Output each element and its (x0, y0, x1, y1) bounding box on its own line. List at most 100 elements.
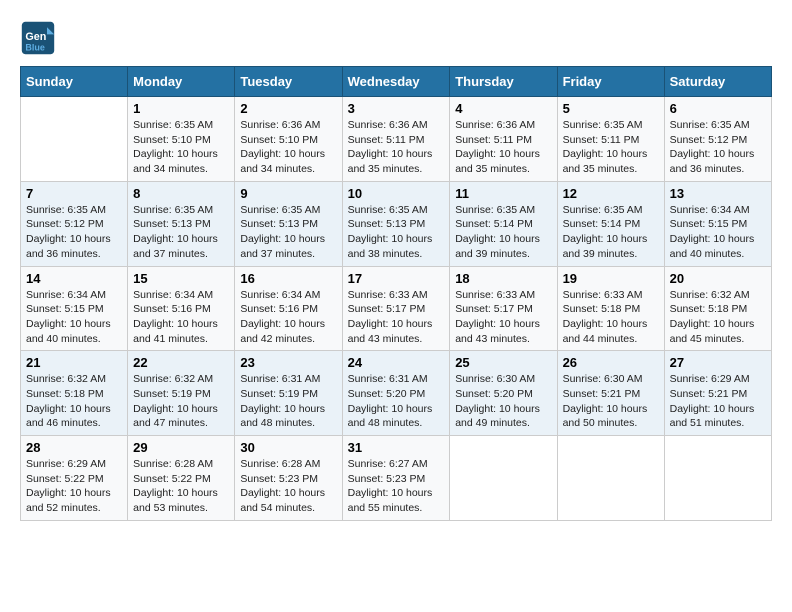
calendar-cell: 7 Sunrise: 6:35 AM Sunset: 5:12 PM Daylig… (21, 181, 128, 266)
svg-text:Gen: Gen (25, 31, 46, 43)
day-number: 19 (563, 271, 659, 286)
logo-icon: Gen Blue (20, 20, 56, 56)
cell-content: Sunrise: 6:29 AM Sunset: 5:22 PM Dayligh… (26, 457, 122, 516)
cell-content: Sunrise: 6:35 AM Sunset: 5:12 PM Dayligh… (26, 203, 122, 262)
week-row-4: 21 Sunrise: 6:32 AM Sunset: 5:18 PM Dayli… (21, 351, 772, 436)
calendar-cell: 31Sunrise: 6:27 AM Sunset: 5:23 PM Dayli… (342, 436, 450, 521)
page-header: Gen Blue (20, 20, 772, 56)
cell-content: Sunrise: 6:33 AM Sunset: 5:17 PM Dayligh… (348, 288, 445, 347)
svg-text:Blue: Blue (25, 43, 45, 53)
calendar-cell: 26 Sunrise: 6:30 AM Sunset: 5:21 PM Dayli… (557, 351, 664, 436)
cell-content: Sunrise: 6:35 AM Sunset: 5:10 PM Dayligh… (133, 118, 229, 177)
day-number: 4 (455, 101, 551, 116)
calendar-cell: 6Sunrise: 6:35 AM Sunset: 5:12 PM Daylig… (664, 97, 771, 182)
day-number: 14 (26, 271, 122, 286)
day-number: 1 (133, 101, 229, 116)
cell-content: Sunrise: 6:35 AM Sunset: 5:13 PM Dayligh… (133, 203, 229, 262)
cell-content: Sunrise: 6:28 AM Sunset: 5:23 PM Dayligh… (240, 457, 336, 516)
logo: Gen Blue (20, 20, 62, 56)
calendar-cell: 9 Sunrise: 6:35 AM Sunset: 5:13 PM Daylig… (235, 181, 342, 266)
cell-content: Sunrise: 6:36 AM Sunset: 5:10 PM Dayligh… (240, 118, 336, 177)
cell-content: Sunrise: 6:27 AM Sunset: 5:23 PM Dayligh… (348, 457, 445, 516)
day-number: 22 (133, 355, 229, 370)
cell-content: Sunrise: 6:36 AM Sunset: 5:11 PM Dayligh… (348, 118, 445, 177)
calendar-table: SundayMondayTuesdayWednesdayThursdayFrid… (20, 66, 772, 521)
cell-content: Sunrise: 6:35 AM Sunset: 5:13 PM Dayligh… (240, 203, 336, 262)
day-number: 17 (348, 271, 445, 286)
cell-content: Sunrise: 6:28 AM Sunset: 5:22 PM Dayligh… (133, 457, 229, 516)
calendar-cell: 10 Sunrise: 6:35 AM Sunset: 5:13 PM Dayli… (342, 181, 450, 266)
day-number: 16 (240, 271, 336, 286)
calendar-cell: 25 Sunrise: 6:30 AM Sunset: 5:20 PM Dayli… (450, 351, 557, 436)
calendar-cell: 11 Sunrise: 6:35 AM Sunset: 5:14 PM Dayli… (450, 181, 557, 266)
day-number: 5 (563, 101, 659, 116)
week-row-5: 28Sunrise: 6:29 AM Sunset: 5:22 PM Dayli… (21, 436, 772, 521)
column-header-sunday: Sunday (21, 67, 128, 97)
day-number: 30 (240, 440, 336, 455)
day-number: 9 (240, 186, 336, 201)
calendar-cell: 19 Sunrise: 6:33 AM Sunset: 5:18 PM Dayli… (557, 266, 664, 351)
day-number: 8 (133, 186, 229, 201)
column-header-saturday: Saturday (664, 67, 771, 97)
day-number: 21 (26, 355, 122, 370)
day-number: 13 (670, 186, 766, 201)
day-number: 20 (670, 271, 766, 286)
cell-content: Sunrise: 6:34 AM Sunset: 5:16 PM Dayligh… (133, 288, 229, 347)
day-number: 23 (240, 355, 336, 370)
calendar-cell (664, 436, 771, 521)
calendar-cell: 8 Sunrise: 6:35 AM Sunset: 5:13 PM Daylig… (128, 181, 235, 266)
calendar-cell: 21 Sunrise: 6:32 AM Sunset: 5:18 PM Dayli… (21, 351, 128, 436)
cell-content: Sunrise: 6:35 AM Sunset: 5:14 PM Dayligh… (455, 203, 551, 262)
calendar-cell: 22 Sunrise: 6:32 AM Sunset: 5:19 PM Dayli… (128, 351, 235, 436)
calendar-cell (450, 436, 557, 521)
calendar-cell: 23 Sunrise: 6:31 AM Sunset: 5:19 PM Dayli… (235, 351, 342, 436)
calendar-cell: 20 Sunrise: 6:32 AM Sunset: 5:18 PM Dayli… (664, 266, 771, 351)
cell-content: Sunrise: 6:31 AM Sunset: 5:19 PM Dayligh… (240, 372, 336, 431)
week-row-3: 14Sunrise: 6:34 AM Sunset: 5:15 PM Dayli… (21, 266, 772, 351)
calendar-header-row: SundayMondayTuesdayWednesdayThursdayFrid… (21, 67, 772, 97)
calendar-cell (21, 97, 128, 182)
calendar-cell: 4Sunrise: 6:36 AM Sunset: 5:11 PM Daylig… (450, 97, 557, 182)
day-number: 24 (348, 355, 445, 370)
calendar-cell (557, 436, 664, 521)
cell-content: Sunrise: 6:33 AM Sunset: 5:18 PM Dayligh… (563, 288, 659, 347)
day-number: 3 (348, 101, 445, 116)
calendar-cell: 1 Sunrise: 6:35 AM Sunset: 5:10 PM Daylig… (128, 97, 235, 182)
cell-content: Sunrise: 6:35 AM Sunset: 5:13 PM Dayligh… (348, 203, 445, 262)
calendar-cell: 3 Sunrise: 6:36 AM Sunset: 5:11 PM Daylig… (342, 97, 450, 182)
week-row-1: 1 Sunrise: 6:35 AM Sunset: 5:10 PM Daylig… (21, 97, 772, 182)
column-header-tuesday: Tuesday (235, 67, 342, 97)
cell-content: Sunrise: 6:32 AM Sunset: 5:18 PM Dayligh… (26, 372, 122, 431)
cell-content: Sunrise: 6:30 AM Sunset: 5:20 PM Dayligh… (455, 372, 551, 431)
day-number: 7 (26, 186, 122, 201)
calendar-cell: 16 Sunrise: 6:34 AM Sunset: 5:16 PM Dayli… (235, 266, 342, 351)
cell-content: Sunrise: 6:32 AM Sunset: 5:19 PM Dayligh… (133, 372, 229, 431)
calendar-cell: 13Sunrise: 6:34 AM Sunset: 5:15 PM Dayli… (664, 181, 771, 266)
day-number: 26 (563, 355, 659, 370)
calendar-cell: 28Sunrise: 6:29 AM Sunset: 5:22 PM Dayli… (21, 436, 128, 521)
cell-content: Sunrise: 6:31 AM Sunset: 5:20 PM Dayligh… (348, 372, 445, 431)
cell-content: Sunrise: 6:34 AM Sunset: 5:16 PM Dayligh… (240, 288, 336, 347)
day-number: 27 (670, 355, 766, 370)
cell-content: Sunrise: 6:30 AM Sunset: 5:21 PM Dayligh… (563, 372, 659, 431)
calendar-cell: 18Sunrise: 6:33 AM Sunset: 5:17 PM Dayli… (450, 266, 557, 351)
cell-content: Sunrise: 6:35 AM Sunset: 5:14 PM Dayligh… (563, 203, 659, 262)
day-number: 10 (348, 186, 445, 201)
cell-content: Sunrise: 6:32 AM Sunset: 5:18 PM Dayligh… (670, 288, 766, 347)
day-number: 15 (133, 271, 229, 286)
calendar-cell: 17 Sunrise: 6:33 AM Sunset: 5:17 PM Dayli… (342, 266, 450, 351)
column-header-friday: Friday (557, 67, 664, 97)
calendar-cell: 29Sunrise: 6:28 AM Sunset: 5:22 PM Dayli… (128, 436, 235, 521)
day-number: 11 (455, 186, 551, 201)
calendar-cell: 30 Sunrise: 6:28 AM Sunset: 5:23 PM Dayli… (235, 436, 342, 521)
day-number: 2 (240, 101, 336, 116)
day-number: 12 (563, 186, 659, 201)
column-header-thursday: Thursday (450, 67, 557, 97)
day-number: 25 (455, 355, 551, 370)
calendar-cell: 15 Sunrise: 6:34 AM Sunset: 5:16 PM Dayli… (128, 266, 235, 351)
calendar-cell: 5Sunrise: 6:35 AM Sunset: 5:11 PM Daylig… (557, 97, 664, 182)
column-header-wednesday: Wednesday (342, 67, 450, 97)
calendar-cell: 27Sunrise: 6:29 AM Sunset: 5:21 PM Dayli… (664, 351, 771, 436)
cell-content: Sunrise: 6:35 AM Sunset: 5:12 PM Dayligh… (670, 118, 766, 177)
day-number: 18 (455, 271, 551, 286)
